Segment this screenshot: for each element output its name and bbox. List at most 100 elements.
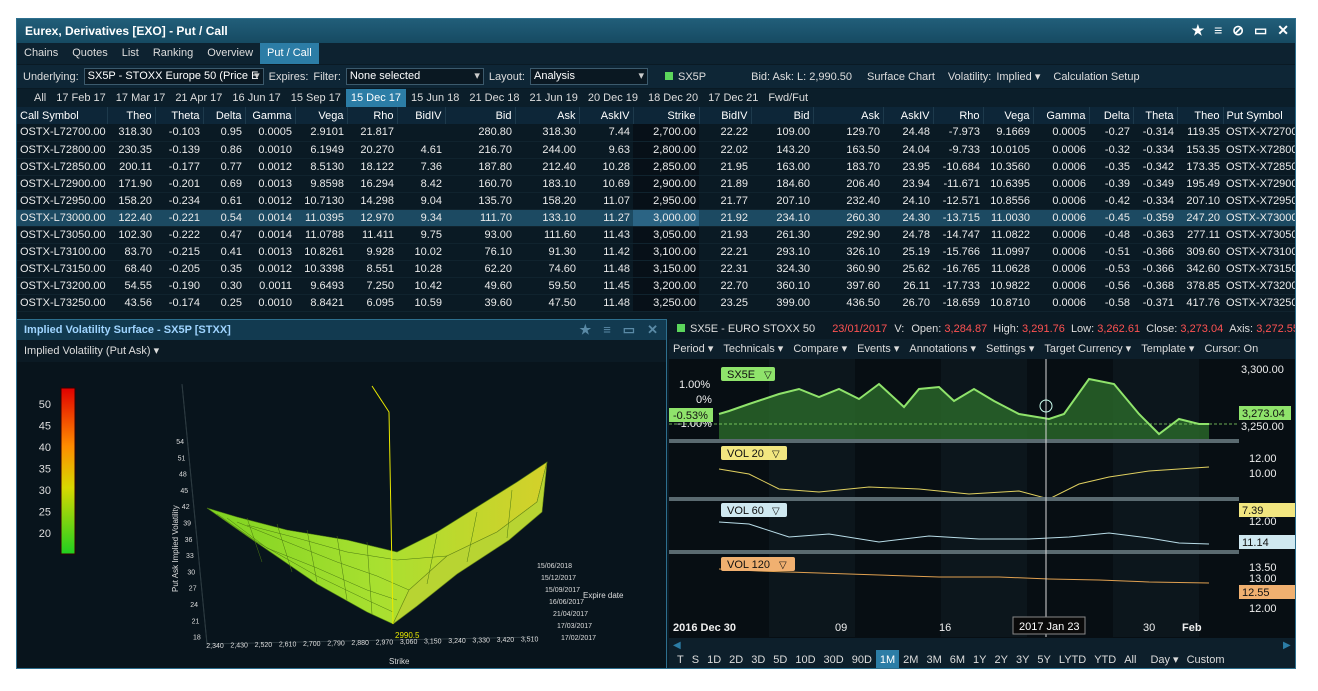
column-header[interactable]: AskIV <box>883 107 934 124</box>
column-header[interactable]: BidIV <box>397 107 446 124</box>
menu-ranking[interactable]: Ranking <box>146 43 200 64</box>
column-header[interactable]: Call Symbol <box>17 107 108 124</box>
underlying-select[interactable]: SX5P - STOXX Europe 50 (Price E <box>83 68 264 85</box>
period-button[interactable]: 1Y <box>969 650 990 668</box>
expiry-tab[interactable]: 15 Jun 18 <box>406 89 464 107</box>
column-header[interactable]: Ask <box>813 107 884 124</box>
calculation-setup-button[interactable]: Calculation Setup <box>1053 71 1139 83</box>
period-button[interactable]: T <box>673 650 688 668</box>
close-icon[interactable]: ✕ <box>1277 22 1289 39</box>
expiry-tab[interactable]: 17 Mar 17 <box>111 89 171 107</box>
column-header[interactable]: AskIV <box>579 107 634 124</box>
chart-menu-item[interactable]: Compare ▾ <box>793 339 847 359</box>
maximize-icon[interactable]: ▭ <box>623 320 635 340</box>
menu-chains[interactable]: Chains <box>17 43 65 64</box>
period-button[interactable]: 3M <box>922 650 945 668</box>
expiry-tab[interactable]: Fwd/Fut <box>763 89 813 107</box>
column-header[interactable]: Gamma <box>245 107 296 124</box>
column-header[interactable]: Put Symbol <box>1223 107 1295 124</box>
chart-menu-item[interactable]: Cursor: On <box>1204 339 1258 359</box>
column-header[interactable]: Delta <box>1089 107 1134 124</box>
table-row[interactable]: OSTX-L72950.00 158.20 -0.234 0.61 0.0012 10.7… <box>17 192 1295 210</box>
menu-overview[interactable]: Overview <box>200 43 260 64</box>
period-button[interactable]: 2Y <box>990 650 1011 668</box>
chart-menu-item[interactable]: Target Currency ▾ <box>1044 339 1131 359</box>
chevron-down-icon[interactable]: ▽ <box>772 506 780 517</box>
column-header[interactable]: Vega <box>295 107 348 124</box>
table-row[interactable]: OSTX-L73000.00 122.40 -0.221 0.54 0.0014 11.0… <box>17 209 1295 227</box>
table-row[interactable]: OSTX-L73150.00 68.40 -0.205 0.35 0.0012 10.33… <box>17 260 1295 278</box>
column-header[interactable]: Theta <box>155 107 204 124</box>
column-header[interactable]: BidIV <box>699 107 752 124</box>
chart-menu-item[interactable]: Events ▾ <box>857 339 899 359</box>
chart-menu-item[interactable]: Template ▾ <box>1141 339 1194 359</box>
star-icon[interactable]: ★ <box>580 320 592 340</box>
period-button[interactable]: 5Y <box>1033 650 1054 668</box>
period-button[interactable]: 3Y <box>1012 650 1033 668</box>
period-button[interactable]: All <box>1120 650 1140 668</box>
period-button[interactable]: S <box>688 650 703 668</box>
expiry-tab[interactable]: 18 Dec 20 <box>643 89 703 107</box>
period-button[interactable]: 90D <box>848 650 876 668</box>
table-row[interactable]: OSTX-L73250.00 43.56 -0.174 0.25 0.0010 8.842… <box>17 294 1295 312</box>
expiry-tab[interactable]: 16 Jun 17 <box>227 89 285 107</box>
maximize-icon[interactable]: ▭ <box>1254 22 1267 39</box>
expiry-tab[interactable]: 21 Apr 17 <box>170 89 227 107</box>
period-button[interactable]: 1D <box>703 650 725 668</box>
period-button[interactable]: YTD <box>1090 650 1120 668</box>
period-button[interactable]: LYTD <box>1055 650 1090 668</box>
chart-menu-item[interactable]: Period ▾ <box>673 339 713 359</box>
column-header[interactable]: Ask <box>515 107 580 124</box>
chevron-down-icon[interactable]: ▽ <box>772 449 780 460</box>
table-row[interactable]: OSTX-L73200.00 54.55 -0.190 0.30 0.0011 9.649… <box>17 277 1295 295</box>
iv-type-dropdown[interactable]: Implied Volatility (Put Ask) ▾ <box>17 340 666 362</box>
column-header[interactable]: Vega <box>983 107 1034 124</box>
table-row[interactable]: OSTX-L72850.00 200.11 -0.177 0.77 0.0012 8.51… <box>17 158 1295 176</box>
chevron-down-icon[interactable]: ▽ <box>779 560 787 571</box>
menu-icon[interactable]: ≡ <box>603 320 611 340</box>
expiry-tab[interactable]: 21 Dec 18 <box>464 89 524 107</box>
period-button[interactable]: 2M <box>899 650 922 668</box>
filter-select[interactable]: None selected <box>345 68 484 85</box>
expiry-tab[interactable]: 17 Feb 17 <box>51 89 111 107</box>
period-button[interactable]: 30D <box>820 650 848 668</box>
volatility-dropdown[interactable]: Implied ▾ <box>996 70 1040 83</box>
column-header[interactable]: Gamma <box>1033 107 1090 124</box>
table-row[interactable]: OSTX-L72800.00 230.35 -0.139 0.86 0.0010 6.19… <box>17 141 1295 159</box>
close-icon[interactable]: ✕ <box>647 320 658 340</box>
star-icon[interactable]: ★ <box>1192 22 1205 39</box>
column-header[interactable]: Bid <box>445 107 516 124</box>
column-header[interactable]: Delta <box>203 107 246 124</box>
period-button[interactable]: 10D <box>791 650 819 668</box>
chevron-down-icon[interactable]: ▽ <box>764 370 772 381</box>
column-header[interactable]: Rho <box>347 107 398 124</box>
chart-menu-item[interactable]: Settings ▾ <box>986 339 1034 359</box>
chart-area[interactable]: SX5E ▽ VOL 20 ▽ VOL 60 ▽ VOL 120 ▽ 1.00%… <box>669 359 1295 650</box>
expiry-tab[interactable]: 20 Dec 19 <box>583 89 643 107</box>
menu-list[interactable]: List <box>115 43 146 64</box>
period-button[interactable]: 5D <box>769 650 791 668</box>
period-button[interactable]: 1M <box>875 650 900 668</box>
expiry-tab[interactable]: 15 Sep 17 <box>286 89 346 107</box>
surface-chart-button[interactable]: Surface Chart <box>867 71 935 83</box>
period-button[interactable]: Day ▾ <box>1146 650 1182 668</box>
period-button[interactable]: Custom <box>1183 650 1229 668</box>
column-header[interactable]: Theo <box>1177 107 1224 124</box>
iv-surface-plot[interactable]: 50 45 40 35 30 25 20 54 51 48 45 42 39 36 33 30 27 24 21 1… <box>17 362 667 669</box>
chart-menu-item[interactable]: Technicals ▾ <box>723 339 783 359</box>
chart-menu-item[interactable]: Annotations ▾ <box>909 339 976 359</box>
table-row[interactable]: OSTX-L72900.00 171.90 -0.201 0.69 0.0013 9.85… <box>17 175 1295 193</box>
menu-put-call[interactable]: Put / Call <box>260 43 319 64</box>
table-row[interactable]: OSTX-L72700.00 318.30 -0.103 0.95 0.0005 2.91… <box>17 124 1295 142</box>
column-header[interactable]: Theo <box>107 107 156 124</box>
table-row[interactable]: OSTX-L73050.00 102.30 -0.222 0.47 0.0014 11.0… <box>17 226 1295 244</box>
expiry-tab[interactable]: All <box>29 89 51 107</box>
expiry-tab[interactable]: 21 Jun 19 <box>525 89 583 107</box>
scroll-right-icon[interactable]: ▶ <box>1283 640 1291 650</box>
expiry-tab[interactable]: 17 Dec 21 <box>703 89 763 107</box>
column-header[interactable]: Theta <box>1133 107 1178 124</box>
table-row[interactable]: OSTX-L73100.00 83.70 -0.215 0.41 0.0013 10.82… <box>17 243 1295 261</box>
unlink-icon[interactable]: ⊘ <box>1232 22 1244 39</box>
scroll-left-icon[interactable]: ◀ <box>673 640 681 650</box>
layout-select[interactable]: Analysis <box>529 68 648 85</box>
